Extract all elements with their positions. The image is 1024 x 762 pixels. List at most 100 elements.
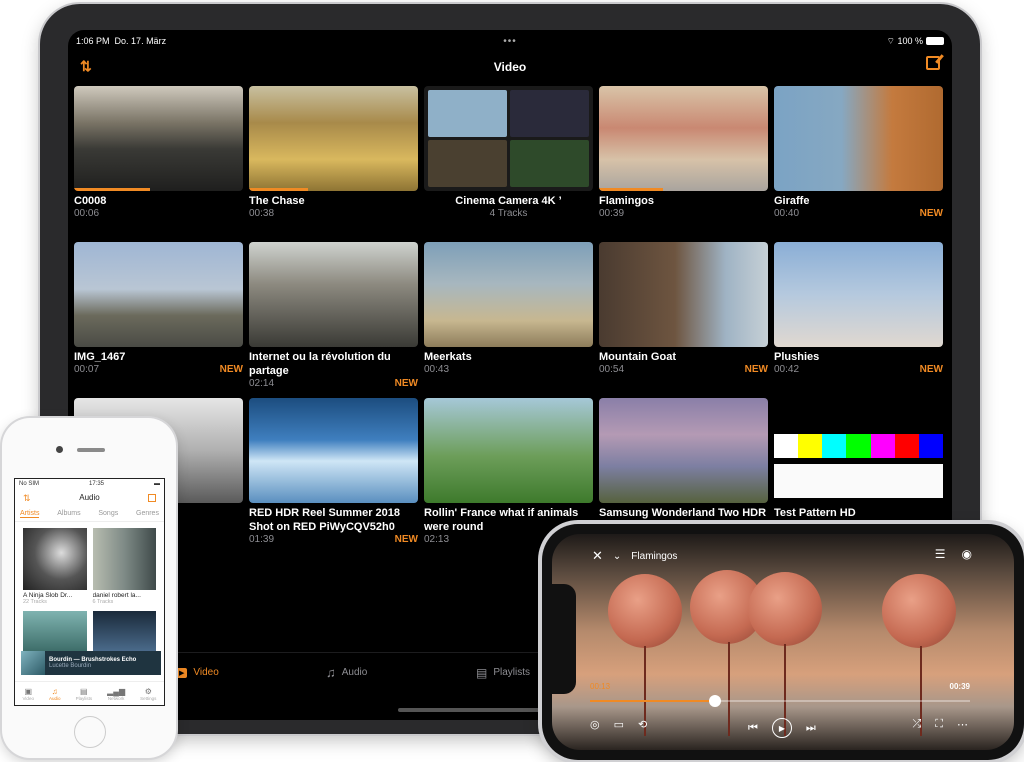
video-duration: 00:42 bbox=[774, 364, 800, 375]
track-count: 4 Tracks bbox=[489, 208, 528, 219]
player-left-controls: ◎ ▭ ⟲ bbox=[590, 718, 647, 731]
video-title: The Chase bbox=[249, 195, 305, 207]
video-frame bbox=[748, 572, 822, 646]
video-duration: 00:38 bbox=[249, 208, 275, 219]
tab-artists[interactable]: Artists bbox=[20, 510, 40, 518]
video-thumbnail bbox=[599, 398, 768, 503]
album-item[interactable]: daniel robert la... 6 Tracks bbox=[92, 528, 156, 605]
status-time: 1:06 PM bbox=[76, 36, 110, 46]
video-title: Giraffe bbox=[774, 195, 810, 207]
video-title: Flamingos bbox=[599, 195, 655, 207]
video-item[interactable]: C0008 00:06 bbox=[74, 86, 243, 242]
video-item[interactable]: RED HDR Reel Summer 2018 Shot on RED PiW… bbox=[249, 398, 418, 554]
mini-player-art bbox=[21, 651, 45, 675]
orientation-lock-icon[interactable]: ◎ bbox=[590, 718, 600, 731]
album-item[interactable]: A Ninja Slob Dr... 22 Tracks bbox=[23, 528, 87, 605]
tab-label: Settings bbox=[140, 695, 157, 701]
iphone-small-device: No SIM 17:35 ▬ ⇅ Audio Artists Albums So… bbox=[2, 418, 176, 758]
previous-icon[interactable]: ⏮ bbox=[748, 722, 758, 735]
tab-video[interactable]: ▣ Video bbox=[23, 687, 34, 701]
music-note-icon: ♫ bbox=[326, 665, 336, 680]
sort-icon[interactable]: ⇅ bbox=[80, 58, 92, 75]
status-date: Do. 17. März bbox=[114, 36, 167, 46]
video-title: Test Pattern HD bbox=[774, 507, 856, 519]
video-item[interactable]: Giraffe 00:40 NEW bbox=[774, 86, 943, 242]
color-bars bbox=[774, 434, 943, 458]
tab-playlists[interactable]: ▤ Playlists bbox=[76, 687, 93, 701]
tab-network[interactable]: ▂▄▆ Network bbox=[107, 687, 125, 701]
mini-player[interactable]: Bourdin — Brushstrokes Echo Lucette Bour… bbox=[21, 651, 161, 675]
video-thumbnail bbox=[774, 86, 943, 191]
queue-icon[interactable]: ☰ bbox=[935, 547, 946, 561]
more-icon[interactable]: ⋯ bbox=[957, 718, 968, 731]
sort-icon[interactable]: ⇅ bbox=[23, 489, 31, 507]
video-item[interactable]: Cinema Camera 4K ’ 4 Tracks bbox=[424, 86, 593, 242]
video-thumbnail bbox=[774, 242, 943, 347]
video-item[interactable]: Internet ou la révolution du partage 02:1… bbox=[249, 242, 418, 398]
new-badge: NEW bbox=[919, 208, 943, 219]
edit-icon[interactable] bbox=[926, 56, 940, 70]
multitask-dots[interactable]: ••• bbox=[503, 36, 517, 47]
album-art[interactable] bbox=[92, 611, 156, 651]
tab-label: Network bbox=[107, 695, 125, 701]
tab-genres[interactable]: Genres bbox=[136, 510, 159, 518]
video-item[interactable]: Flamingos 00:39 bbox=[599, 86, 768, 242]
video-thumbnail bbox=[599, 242, 768, 347]
progress-knob[interactable] bbox=[709, 695, 722, 707]
video-item[interactable]: Mountain Goat 00:54 NEW bbox=[599, 242, 768, 398]
video-item[interactable]: Plushies 00:42 NEW bbox=[774, 242, 943, 398]
album-art bbox=[92, 528, 156, 590]
repeat-off-icon[interactable]: ⟲ bbox=[638, 718, 647, 731]
subtitles-icon[interactable]: ▭ bbox=[614, 718, 624, 731]
shuffle-icon[interactable]: ⤮ bbox=[912, 718, 921, 731]
video-thumbnail bbox=[424, 86, 593, 191]
video-duration: 02:14 bbox=[249, 378, 275, 389]
video-item[interactable]: IMG_1467 00:07 NEW bbox=[74, 242, 243, 398]
play-button[interactable]: ▶ bbox=[771, 718, 792, 738]
new-badge: NEW bbox=[919, 364, 943, 375]
status-bar: No SIM 17:35 ▬ bbox=[15, 479, 164, 489]
status-bar: 1:06 PM Do. 17. März ••• ⌔ 100 % bbox=[76, 34, 944, 48]
tab-songs[interactable]: Songs bbox=[98, 510, 118, 518]
tab-audio[interactable]: ♫ Audio bbox=[326, 665, 367, 680]
video-thumbnail bbox=[424, 398, 593, 503]
video-title: IMG_1467 bbox=[74, 351, 126, 363]
tab-audio[interactable]: ♫ Audio bbox=[49, 687, 61, 701]
audio-screen: No SIM 17:35 ▬ ⇅ Audio Artists Albums So… bbox=[14, 478, 165, 706]
close-icon[interactable]: ✕ bbox=[592, 548, 603, 564]
fullscreen-icon[interactable]: ⛶ bbox=[935, 718, 943, 731]
progress-fill bbox=[590, 700, 716, 702]
chevron-down-icon[interactable]: ⌄ bbox=[613, 551, 621, 562]
segment-tabs: Artists Albums Songs Genres bbox=[15, 507, 164, 522]
video-title: Internet ou la révolution du partage bbox=[249, 351, 391, 377]
progress-slider[interactable] bbox=[590, 695, 970, 707]
video-grid: C0008 00:06 The Chase 00:38 Cinema Camera 4K… bbox=[74, 86, 948, 554]
new-badge: NEW bbox=[219, 364, 243, 375]
watch-progress bbox=[599, 188, 664, 191]
network-icon: ▂▄▆ bbox=[107, 686, 126, 696]
tab-label: Video bbox=[22, 695, 34, 701]
video-icon: ▶ bbox=[176, 667, 188, 678]
video-item[interactable]: The Chase 00:38 bbox=[249, 86, 418, 242]
next-icon[interactable]: ⏭ bbox=[806, 722, 816, 735]
home-button[interactable] bbox=[74, 716, 106, 748]
airplay-icon[interactable]: ◉ bbox=[962, 547, 972, 561]
album-tracks: 22 Tracks bbox=[23, 599, 47, 605]
tab-albums[interactable]: Albums bbox=[57, 510, 80, 518]
tab-video[interactable]: ▶ Video bbox=[176, 667, 219, 678]
album-title: daniel robert la... bbox=[92, 592, 141, 599]
video-frame bbox=[882, 574, 956, 648]
video-item[interactable]: Meerkats 00:43 bbox=[424, 242, 593, 398]
tab-playlists[interactable]: ▤ Playlists bbox=[476, 666, 530, 680]
tab-settings[interactable]: ⚙ Settings bbox=[140, 687, 156, 701]
player-top-bar: ✕ ⌄ Flamingos bbox=[592, 548, 677, 564]
video-thumbnail bbox=[249, 398, 418, 503]
new-badge: NEW bbox=[744, 364, 768, 375]
video-title: Meerkats bbox=[424, 351, 472, 363]
edit-icon[interactable] bbox=[148, 494, 156, 502]
gear-icon: ⚙ bbox=[144, 686, 152, 696]
video-player[interactable]: ✕ ⌄ Flamingos ☰ ◉ 00:13 00:39 ◎ ▭ ⟲ ⏮ ▶ … bbox=[552, 534, 1014, 750]
video-frame bbox=[728, 642, 730, 736]
album-art[interactable] bbox=[23, 611, 87, 651]
video-thumbnail bbox=[74, 242, 243, 347]
